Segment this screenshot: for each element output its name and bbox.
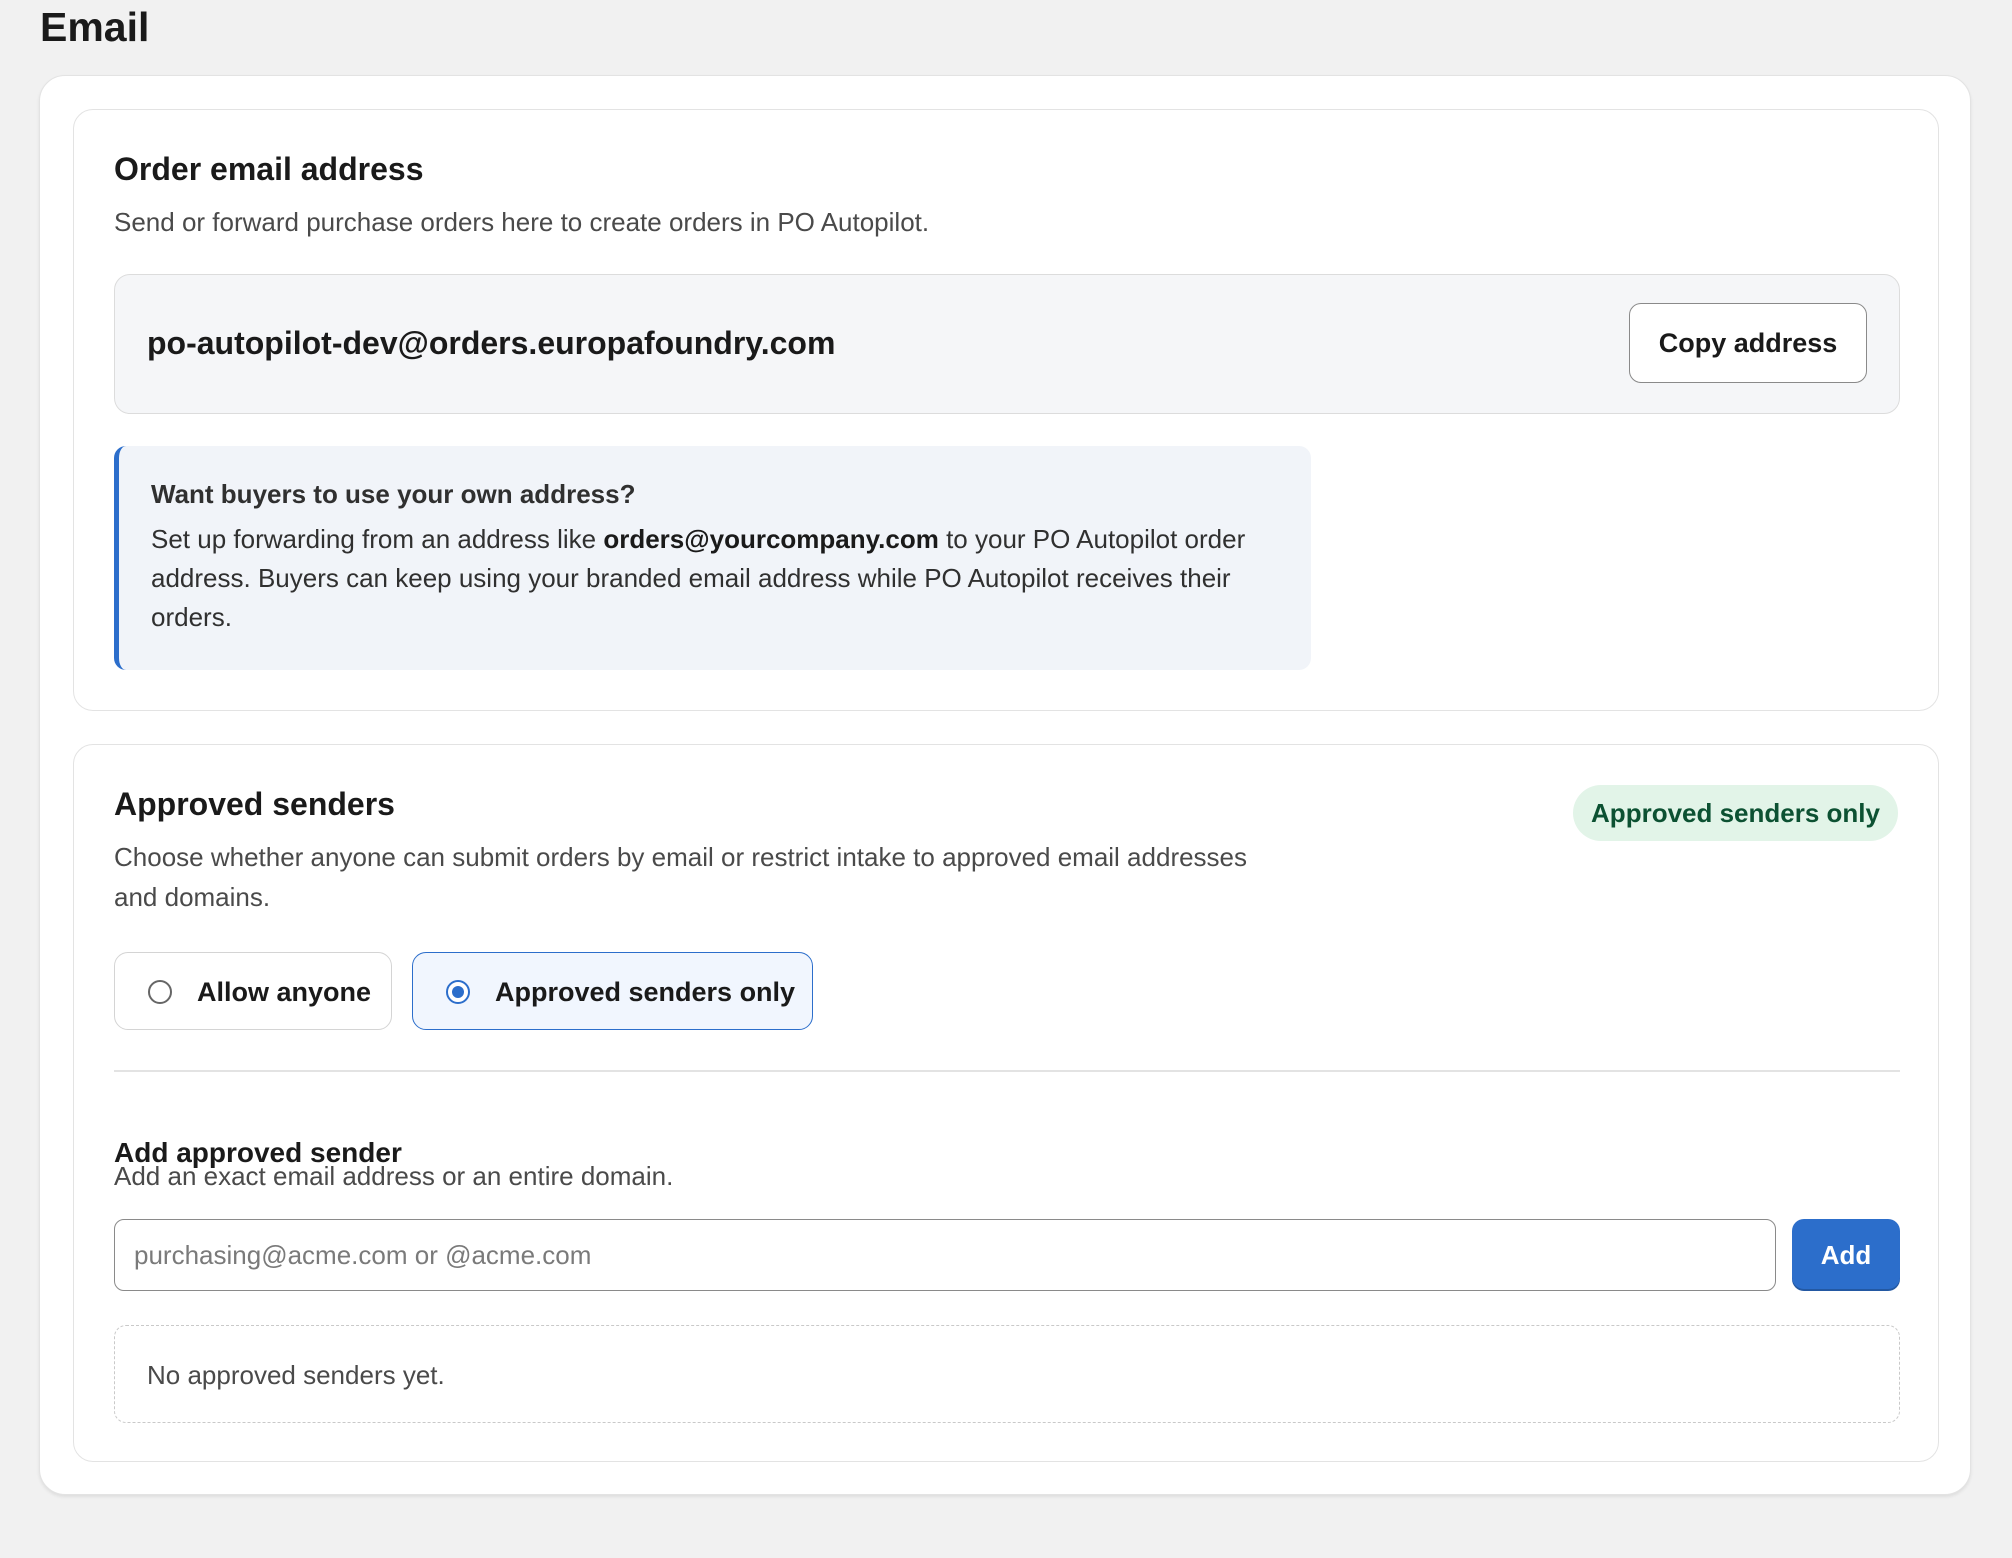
email-settings-card: Order email address Send or forward purc…	[39, 75, 1971, 1495]
status-badge: Approved senders only	[1573, 785, 1898, 841]
order-email-description: Send or forward purchase orders here to …	[114, 207, 930, 237]
allow-anyone-option[interactable]: Allow anyone	[114, 952, 392, 1030]
info-callout-title: Want buyers to use your own address?	[151, 479, 636, 509]
order-email-section: Order email address Send or forward purc…	[73, 109, 1939, 711]
radio-unselected-icon[interactable]	[148, 980, 172, 1004]
order-email-address: po-autopilot-dev@orders.europafoundry.co…	[147, 325, 836, 361]
forwarding-info-callout: Want buyers to use your own address? Set…	[114, 446, 1311, 670]
add-sender-button[interactable]: Add	[1792, 1219, 1900, 1291]
section-divider	[114, 1070, 1900, 1072]
order-email-heading: Order email address	[114, 151, 424, 187]
copy-address-button[interactable]: Copy address	[1629, 303, 1867, 383]
order-address-box: po-autopilot-dev@orders.europafoundry.co…	[114, 274, 1900, 414]
approved-senders-empty-state: No approved senders yet.	[114, 1325, 1900, 1423]
approved-sender-input[interactable]	[114, 1219, 1776, 1291]
add-approved-sender-description: Add an exact email address or an entire …	[114, 1161, 674, 1191]
allow-anyone-label: Allow anyone	[197, 977, 372, 1007]
info-callout-body: Set up forwarding from an address like o…	[151, 520, 1291, 637]
info-body-before: Set up forwarding from an address like	[151, 524, 604, 554]
approved-senders-description: Choose whether anyone can submit orders …	[114, 842, 1248, 912]
example-address: orders@yourcompany.com	[603, 524, 939, 554]
radio-selected-icon[interactable]	[446, 980, 470, 1004]
empty-state-text: No approved senders yet.	[147, 1360, 445, 1390]
approved-senders-heading: Approved senders	[114, 786, 395, 822]
approved-senders-section: Approved senders Approved senders only C…	[73, 744, 1939, 1462]
page-title: Email	[40, 4, 150, 50]
approved-senders-only-option[interactable]: Approved senders only	[412, 952, 813, 1030]
approved-senders-only-label: Approved senders only	[495, 977, 796, 1007]
